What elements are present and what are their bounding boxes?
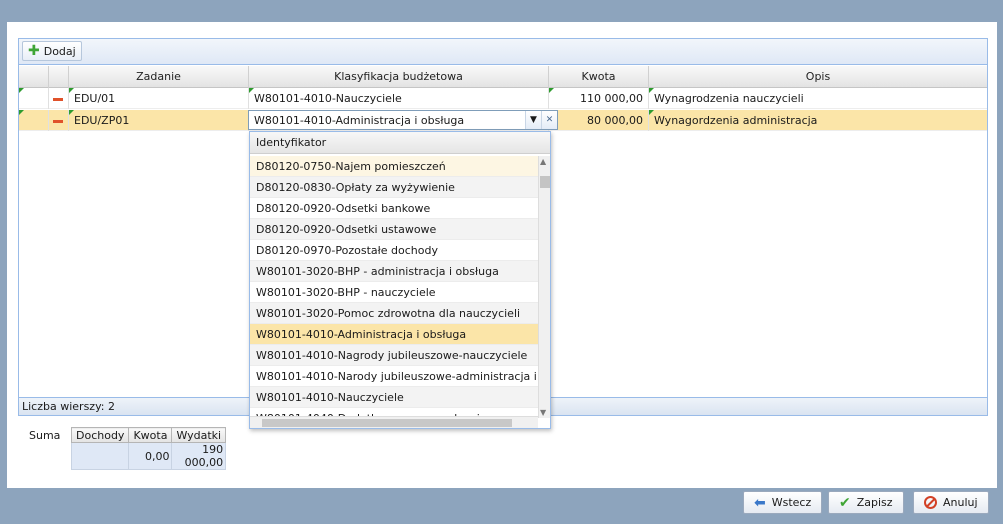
back-button[interactable]: ⬅ Wstecz <box>743 491 823 514</box>
header-action <box>49 66 69 88</box>
dropdown-option[interactable]: D80120-0920-Odsetki bankowe <box>250 198 538 219</box>
minus-icon <box>53 119 63 123</box>
klasyfikacja-combobox[interactable]: W80101-4010-Administracja i obsługa ▼ ✕ <box>248 110 558 130</box>
save-button[interactable]: ✔ Zapisz <box>828 491 904 514</box>
grid-toolbar: ✚ Dodaj <box>19 39 987 65</box>
table-row-selected[interactable]: EDU/ZP01 80 000,00 Wynagordzenia adminis… <box>19 110 987 131</box>
header-marker <box>19 66 49 88</box>
scroll-down-icon[interactable]: ▼ <box>540 408 546 417</box>
add-button-label: Dodaj <box>43 44 76 58</box>
summary-table: Dochody Kwota Wydatki 0,00 190 000,00 <box>70 427 227 470</box>
cell-zadanie[interactable]: EDU/ZP01 <box>69 110 249 131</box>
header-zadanie[interactable]: Zadanie <box>69 66 249 88</box>
clear-icon[interactable]: ✕ <box>541 111 557 129</box>
summary-value-dochody <box>70 442 130 470</box>
cell-opis[interactable]: Wynagordzenia administracja <box>649 110 987 131</box>
dropdown-option[interactable]: D80120-0830-Opłaty za wyżywienie <box>250 177 538 198</box>
dropdown-option[interactable]: W80101-3020-Pomoc zdrowotna dla nauczyci… <box>250 303 538 324</box>
dropdown-option[interactable]: D80120-0750-Najem pomieszczeń <box>250 156 538 177</box>
scroll-up-icon[interactable]: ▲ <box>540 157 546 166</box>
dropdown-header[interactable]: Identyfikator <box>250 132 550 154</box>
chevron-down-icon[interactable]: ▼ <box>525 111 541 129</box>
save-button-label: Zapisz <box>856 496 893 509</box>
cell-klasyfikacja[interactable]: W80101-4010-Nauczyciele <box>249 88 549 109</box>
cancel-icon <box>924 496 937 509</box>
dropdown-list: D80120-0750-Najem pomieszczeń D80120-0830… <box>250 156 538 418</box>
remove-row-button[interactable] <box>49 88 69 109</box>
header-kwota[interactable]: Kwota <box>549 66 649 88</box>
cell-kwota[interactable]: 110 000,00 <box>549 88 649 109</box>
dropdown-option[interactable]: D80120-0920-Odsetki ustawowe <box>250 219 538 240</box>
minus-icon <box>53 97 63 101</box>
scroll-thumb[interactable] <box>540 176 550 188</box>
grid-header: Zadanie Klasyfikacja budżetowa Kwota Opi… <box>19 66 987 88</box>
dropdown-option[interactable]: W80101-4010-Narody jubileuszowe-administ… <box>250 366 538 387</box>
header-klasyfikacja[interactable]: Klasyfikacja budżetowa <box>249 66 549 88</box>
summary-value-kwota: 0,00 <box>128 442 173 470</box>
row-marker <box>19 88 49 109</box>
combobox-value[interactable]: W80101-4010-Administracja i obsługa <box>249 114 525 127</box>
table-row[interactable]: EDU/01 W80101-4010-Nauczyciele 110 000,0… <box>19 88 987 109</box>
cancel-button-label: Anuluj <box>943 496 978 509</box>
dropdown-option[interactable]: W80101-4010-Administracja i obsługa <box>250 324 538 345</box>
cell-opis[interactable]: Wynagrodzenia nauczycieli <box>649 88 987 109</box>
arrow-left-icon: ⬅ <box>754 494 766 511</box>
vertical-scrollbar[interactable]: ▲ ▼ <box>538 156 550 418</box>
cell-kwota[interactable]: 80 000,00 <box>549 110 649 131</box>
dropdown-option[interactable]: D80120-0970-Pozostałe dochody <box>250 240 538 261</box>
cancel-button[interactable]: Anuluj <box>913 491 989 514</box>
check-icon: ✔ <box>839 494 851 511</box>
row-marker <box>19 110 49 131</box>
summary-header-wydatki: Wydatki <box>171 427 227 443</box>
summary-value-wydatki: 190 000,00 <box>171 442 227 470</box>
dropdown-option[interactable]: W80101-3020-BHP - administracja i obsług… <box>250 261 538 282</box>
summary-label: Suma <box>29 429 61 442</box>
dropdown-option[interactable]: W80101-4010-Nagrody jubileuszowe-nauczyc… <box>250 345 538 366</box>
dropdown-option[interactable]: W80101-4010-Nauczyciele <box>250 387 538 408</box>
back-button-label: Wstecz <box>771 496 812 509</box>
header-opis[interactable]: Opis <box>649 66 987 88</box>
cell-zadanie[interactable]: EDU/01 <box>69 88 249 109</box>
hscroll-thumb[interactable] <box>262 419 512 427</box>
klasyfikacja-dropdown: Identyfikator D80120-0750-Najem pomieszc… <box>249 131 551 429</box>
summary-header-kwota: Kwota <box>128 427 173 443</box>
horizontal-scrollbar[interactable] <box>250 416 538 428</box>
plus-icon: ✚ <box>28 43 40 59</box>
summary-header-dochody: Dochody <box>70 427 130 443</box>
dropdown-option[interactable]: W80101-3020-BHP - nauczyciele <box>250 282 538 303</box>
add-button[interactable]: ✚ Dodaj <box>22 41 82 61</box>
remove-row-button[interactable] <box>49 110 69 131</box>
